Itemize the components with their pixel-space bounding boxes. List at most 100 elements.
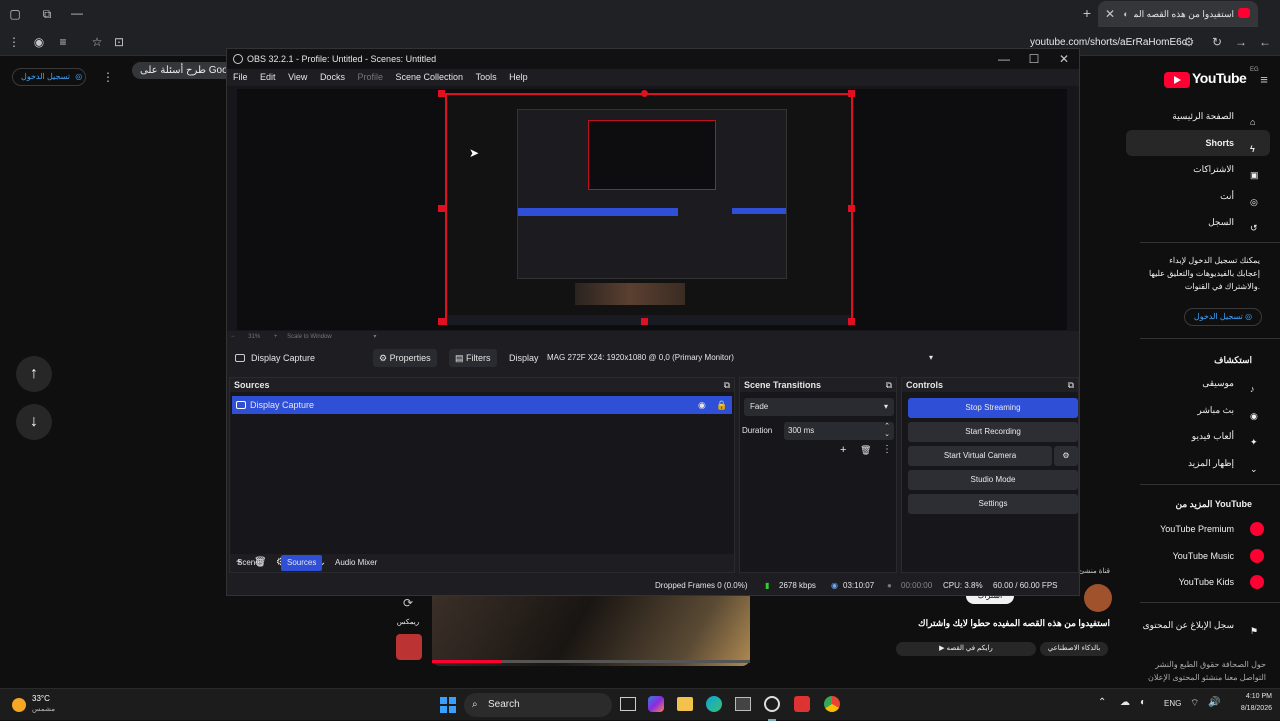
nav-shorts[interactable]: Shorts ϟ [1126,130,1270,156]
visibility-eye-icon[interactable]: ◉ [698,396,706,414]
forward-icon[interactable]: → [1234,35,1248,49]
obs-taskbar-icon[interactable] [764,696,780,712]
display-capture-preview[interactable] [445,93,853,325]
duration-input[interactable]: 300 ms ⌃ ⌄ [784,422,894,440]
display-select[interactable]: MAG 272F X24: 1920x1080 @ 0,0 (Primary M… [543,349,943,367]
add-transition-icon[interactable]: + [840,444,846,456]
trash-icon[interactable]: 🗑 [860,445,871,456]
profile-icon[interactable]: ◉ [32,35,46,49]
back-icon[interactable]: ← [1258,35,1272,49]
clock-date[interactable]: 8/18/2026 [1226,705,1272,712]
settings-dots-icon[interactable]: ⋮ [102,70,114,84]
next-short-button[interactable]: ↓ [16,404,52,440]
new-tab-icon[interactable]: + [1080,6,1094,20]
stop-streaming-button[interactable]: Stop Streaming [908,398,1078,418]
zoom-out-icon[interactable]: − [231,334,235,340]
transition-select[interactable]: Fade ▾ [744,398,894,416]
undock-icon[interactable]: ⧉ [886,378,892,392]
store-icon[interactable] [735,697,751,711]
properties-button[interactable]: ⚙ Properties [373,349,437,367]
previous-short-button[interactable]: ↑ [16,356,52,392]
menu-help[interactable]: Help [509,72,528,82]
channel-avatar[interactable] [1084,584,1112,612]
music-track-chip[interactable]: ▶ رايكم في القصه [896,642,1036,656]
ai-chip[interactable]: بالذكاء الاصطناعي [1040,642,1108,656]
tab-sources[interactable]: Sources [281,555,323,571]
nav-history[interactable]: السجل ↺ [1126,209,1270,235]
signin-button-sidebar[interactable]: تسجيل الدخول ◎ [1184,308,1262,326]
signin-button-top[interactable]: تسجيل الدخول ◎ [12,68,86,86]
nav-music-app[interactable]: YouTube Music [1126,543,1270,569]
menu-file[interactable]: File [233,72,248,82]
nav-subscriptions[interactable]: الاشتراكات ▣ [1126,156,1270,182]
chevron-down-icon[interactable]: ▾ [373,334,376,340]
resize-handle[interactable] [641,318,648,325]
taskbar-search[interactable]: ⌕ Search [464,693,612,717]
tab-youtube[interactable]: ✕ ◐ استفيدوا من هذه القصه المفد [1098,1,1258,27]
nav-premium[interactable]: YouTube Premium [1126,516,1270,542]
close-tab-icon[interactable]: ✕ [1104,7,1116,21]
menu-profile[interactable]: Profile [357,72,383,82]
edge-icon[interactable] [706,696,722,712]
window-menu-icon[interactable]: ▢ [8,7,22,21]
bookmark-star-icon[interactable]: ☆ [90,35,104,49]
menu-tools[interactable]: Tools [476,72,497,82]
share-icon[interactable]: ⟳ [400,596,416,610]
resize-handle[interactable] [438,318,445,325]
more-options-icon[interactable]: ⋮ [882,444,892,455]
maximize-icon[interactable]: ☐ [1027,52,1041,66]
virtual-camera-settings-button[interactable]: ⚙ [1054,446,1078,466]
stepper-down-icon[interactable]: ⌄ [884,426,890,444]
source-item[interactable]: Display Capture ◉ 🔒 [232,396,732,414]
resize-handle[interactable] [438,90,445,97]
nav-show-more[interactable]: إظهار المزيد ⌄ [1126,450,1270,476]
resize-handle[interactable] [848,318,855,325]
start-recording-button[interactable]: Start Recording [908,422,1078,442]
volume-icon[interactable]: 🔊 [1208,697,1220,708]
tab-scenes[interactable]: Scenes [237,553,264,573]
tab-list-icon[interactable]: ⧉ [40,7,54,21]
studio-mode-button[interactable]: Studio Mode [908,470,1078,490]
progress-track[interactable] [432,660,750,663]
clock-time[interactable]: 4:10 PM [1226,693,1272,700]
install-app-icon[interactable]: ⊡ [112,35,126,49]
weather-sun-icon[interactable] [12,698,26,712]
tab-audio-mixer[interactable]: Audio Mixer [335,553,377,573]
filters-button[interactable]: ▤ Filters [449,349,497,367]
menu-scene-collection[interactable]: Scene Collection [396,72,464,82]
reading-list-icon[interactable]: ≡ [56,35,70,49]
nav-live[interactable]: بث مباشر ◉ [1126,397,1270,423]
windows-start-icon[interactable] [440,697,456,713]
youtube-logo-icon[interactable] [1164,72,1190,88]
settings-button[interactable]: Settings [908,494,1078,514]
app-icon[interactable] [794,696,810,712]
site-settings-icon[interactable]: ⚙ [1182,35,1196,49]
remix-thumbnail[interactable] [396,634,422,660]
chevron-down-icon[interactable]: ▾ [929,345,933,371]
file-explorer-icon[interactable] [677,697,693,711]
undock-icon[interactable]: ⧉ [1068,378,1074,392]
tray-overflow-icon[interactable]: ⌃ [1098,697,1106,708]
scale-mode[interactable]: Scale to Window [287,334,332,340]
zoom-in-icon[interactable]: + [274,334,278,340]
resize-handle[interactable] [438,205,445,212]
menu-edit[interactable]: Edit [260,72,276,82]
start-virtual-camera-button[interactable]: Start Virtual Camera [908,446,1052,466]
nav-music[interactable]: موسيقى ♪ [1126,370,1270,396]
minimize-icon[interactable]: — [70,6,84,20]
nav-kids[interactable]: YouTube Kids [1126,569,1270,595]
mute-icon[interactable]: ◐ [1120,7,1132,21]
minimize-icon[interactable]: — [997,52,1011,66]
reload-icon[interactable]: ↻ [1210,35,1224,49]
menu-docks[interactable]: Docks [320,72,345,82]
nav-report-history[interactable]: سجل الإبلاغ عن المحتوى ⚑ [1126,612,1270,638]
nav-home[interactable]: الصفحة الرئيسية ⌂ [1126,103,1270,129]
short-video-player[interactable] [432,596,750,666]
app-tray-icon[interactable]: ◐ [1140,697,1146,708]
undock-icon[interactable]: ⧉ [724,378,730,392]
rotate-handle[interactable] [641,90,648,97]
copilot-icon[interactable] [648,696,664,712]
wifi-icon[interactable]: ⌔ [1190,697,1199,710]
nav-gaming[interactable]: ألعاب فيديو ✦ [1126,423,1270,449]
close-icon[interactable]: ✕ [1057,52,1071,66]
